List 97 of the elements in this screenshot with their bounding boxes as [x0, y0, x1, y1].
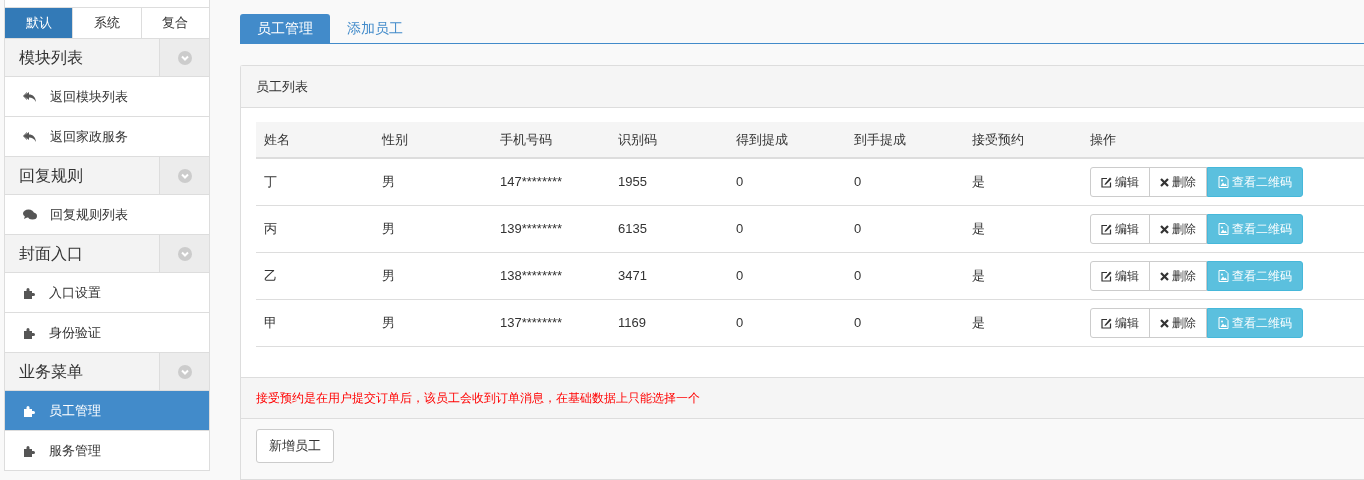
- sidebar-item[interactable]: 服务管理: [4, 431, 210, 471]
- table-cell-text: 是: [971, 220, 986, 239]
- action-button[interactable]: 编辑: [1090, 167, 1150, 197]
- section-title: 业务菜单: [18, 361, 84, 382]
- table-cell-text: 男: [381, 314, 396, 333]
- close-icon: [1160, 177, 1169, 187]
- table-cell-text: 0: [735, 267, 745, 286]
- edit-icon: [1101, 223, 1112, 235]
- chevron-down-icon: [177, 364, 192, 379]
- edit-icon: [1101, 270, 1112, 282]
- puzzle-icon: [23, 404, 36, 417]
- sidebar-item[interactable]: 身份验证: [4, 313, 210, 353]
- section-title: 封面入口: [18, 243, 84, 264]
- picture-file-icon: [1218, 270, 1229, 282]
- add-employee-button[interactable]: 新增员工: [256, 429, 334, 463]
- reply-all-icon: [23, 130, 37, 143]
- sidebar-item-label: 返回家政服务: [50, 127, 128, 146]
- sidebar-item-label: 回复规则列表: [50, 205, 128, 224]
- close-icon: [1160, 224, 1169, 234]
- table-cell-text: 丙: [263, 220, 278, 239]
- table-cell-text: 1955: [617, 173, 648, 192]
- close-icon: [1160, 271, 1169, 281]
- table-cell-text: 是: [971, 314, 986, 333]
- table-cell-text: 139********: [499, 220, 564, 239]
- sidebar-section-header[interactable]: 业务菜单: [4, 353, 210, 391]
- table-cell-text: 乙: [263, 267, 278, 286]
- sidebar-item-label: 入口设置: [49, 283, 101, 302]
- table-cell-text: 男: [381, 220, 396, 239]
- sidebar-item[interactable]: 返回家政服务: [4, 117, 210, 157]
- sidebar-item[interactable]: 返回模块列表: [4, 77, 210, 117]
- picture-file-icon: [1218, 223, 1229, 235]
- sidebar-item[interactable]: 入口设置: [4, 273, 210, 313]
- table-cell-text: 男: [381, 173, 396, 192]
- action-button[interactable]: 删除: [1149, 261, 1207, 291]
- table-cell-text: 137********: [499, 314, 564, 333]
- puzzle-icon: [23, 444, 36, 457]
- column-header: 操作: [1089, 130, 1117, 149]
- action-button[interactable]: 删除: [1149, 308, 1207, 338]
- table-cell-text: 138********: [499, 267, 564, 286]
- tab[interactable]: 员工管理: [240, 14, 330, 43]
- table-cell-text: 丁: [263, 173, 278, 192]
- picture-file-icon: [1218, 176, 1229, 188]
- puzzle-icon: [23, 326, 36, 339]
- panel-title: 员工列表: [256, 77, 308, 96]
- table-cell-text: 0: [735, 173, 745, 192]
- action-button[interactable]: 编辑: [1090, 214, 1150, 244]
- chevron-down-icon: [177, 246, 192, 261]
- table-cell-text: 0: [853, 314, 863, 333]
- puzzle-icon: [23, 286, 36, 299]
- table-cell-text: 男: [381, 267, 396, 286]
- close-icon: [1160, 318, 1169, 328]
- tab[interactable]: 添加员工: [330, 14, 420, 43]
- section-title: 模块列表: [18, 47, 84, 68]
- table-cell-text: 甲: [263, 314, 278, 333]
- section-title: 回复规则: [18, 165, 84, 186]
- chevron-down-icon: [177, 168, 192, 183]
- sidebar-section-header[interactable]: 回复规则: [4, 157, 210, 195]
- sidebar-item-label: 员工管理: [49, 401, 101, 420]
- column-header: 手机号码: [499, 130, 553, 149]
- sidebar-item-label: 返回模块列表: [50, 87, 128, 106]
- chevron-down-icon: [177, 50, 192, 65]
- table-cell-text: 0: [853, 173, 863, 192]
- table-cell-text: 0: [735, 314, 745, 333]
- sidebar-item-label: 服务管理: [49, 441, 101, 460]
- sidebar-item[interactable]: 员工管理: [4, 391, 210, 431]
- edit-icon: [1101, 176, 1112, 188]
- table-cell-text: 0: [853, 220, 863, 239]
- table-cell-text: 是: [971, 173, 986, 192]
- action-button[interactable]: 编辑: [1090, 308, 1150, 338]
- comments-icon: [23, 208, 37, 221]
- table-cell-text: 147********: [499, 173, 564, 192]
- column-header: 到手提成: [853, 130, 907, 149]
- column-header: 识别码: [617, 130, 658, 149]
- sidebar-tab[interactable]: 系统: [73, 8, 142, 39]
- note-text: 接受预约是在用户提交订单后，该员工会收到订单消息，在基础数据上只能选择一个: [256, 390, 700, 407]
- sidebar-section-header[interactable]: 封面入口: [4, 235, 210, 273]
- table-cell-text: 6135: [617, 220, 648, 239]
- column-header: 得到提成: [735, 130, 789, 149]
- sidebar-item[interactable]: 回复规则列表: [4, 195, 210, 235]
- sidebar-section-header[interactable]: 模块列表: [4, 39, 210, 77]
- sidebar-tab[interactable]: 默认: [5, 8, 74, 39]
- reply-all-icon: [23, 90, 37, 103]
- sidebar-tab[interactable]: 复合: [141, 8, 210, 39]
- column-header: 接受预约: [971, 130, 1025, 149]
- action-button[interactable]: 编辑: [1090, 261, 1150, 291]
- table-cell-text: 3471: [617, 267, 648, 286]
- column-header: 姓名: [263, 130, 291, 149]
- table-cell-text: 0: [853, 267, 863, 286]
- column-header: 性别: [381, 130, 409, 149]
- sidebar-item-label: 身份验证: [49, 323, 101, 342]
- edit-icon: [1101, 317, 1112, 329]
- action-button[interactable]: 删除: [1149, 167, 1207, 197]
- table-cell-text: 是: [971, 267, 986, 286]
- table-cell-text: 0: [735, 220, 745, 239]
- action-button[interactable]: 删除: [1149, 214, 1207, 244]
- picture-file-icon: [1218, 317, 1229, 329]
- table-cell-text: 1169: [617, 314, 647, 333]
